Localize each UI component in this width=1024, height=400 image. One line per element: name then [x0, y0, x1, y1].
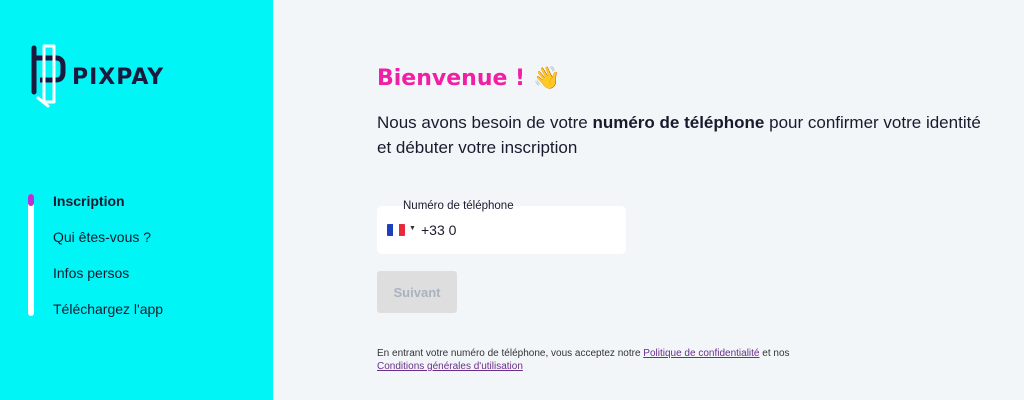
brand-name: PIXPAY	[72, 65, 165, 90]
pixpay-logo-icon	[31, 44, 66, 108]
brand-logo[interactable]: PIXPAY	[26, 42, 163, 110]
legal-before: En entrant votre numéro de téléphone, vo…	[377, 348, 644, 359]
step-inscription[interactable]: Inscription	[53, 193, 125, 209]
step-telechargez-app[interactable]: Téléchargez l'app	[53, 301, 163, 317]
country-dropdown-icon[interactable]: ▼	[409, 225, 416, 232]
page-title: Bienvenue ! 👋	[377, 66, 561, 91]
sidebar: PIXPAY Inscription Qui êtes-vous ? Infos…	[0, 0, 273, 400]
waving-hand-icon: 👋	[533, 66, 561, 91]
phone-input[interactable]	[421, 218, 611, 242]
step-qui-etes-vous[interactable]: Qui êtes-vous ?	[53, 229, 151, 245]
title-text: Bienvenue !	[377, 66, 526, 91]
legal-text: En entrant votre numéro de téléphone, vo…	[377, 347, 897, 373]
intro-text: Nous avons besoin de votre numéro de tél…	[377, 110, 987, 160]
progress-indicator	[28, 194, 34, 206]
privacy-policy-link[interactable]: Politique de confidentialité	[643, 348, 759, 359]
phone-field[interactable]: Numéro de téléphone ▼	[377, 200, 626, 254]
next-button[interactable]: Suivant	[377, 271, 457, 313]
main-content: Bienvenue ! 👋 Nous avons besoin de votre…	[377, 0, 997, 400]
phone-label: Numéro de téléphone	[401, 200, 516, 212]
legal-middle: et nos	[759, 348, 790, 359]
intro-bold: numéro de téléphone	[592, 113, 765, 132]
intro-before: Nous avons besoin de votre	[377, 113, 593, 132]
france-flag-icon[interactable]	[387, 224, 405, 236]
progress-track	[28, 194, 34, 316]
terms-link[interactable]: Conditions générales d'utilisation	[377, 361, 523, 372]
step-infos-persos[interactable]: Infos persos	[53, 265, 129, 281]
